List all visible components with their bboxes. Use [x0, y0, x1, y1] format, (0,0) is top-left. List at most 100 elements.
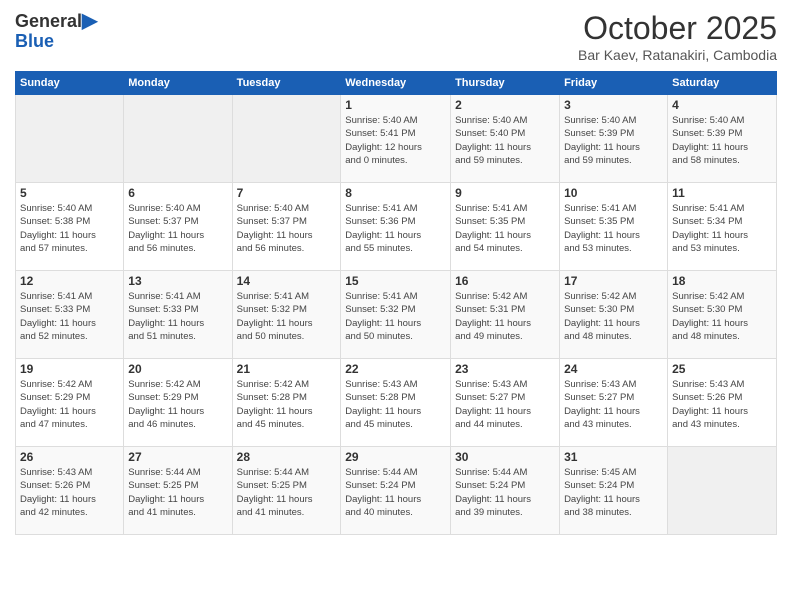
- day-number: 9: [455, 186, 555, 200]
- calendar-cell: 16 Sunrise: 5:42 AM Sunset: 5:31 PM Dayli…: [451, 271, 560, 359]
- logo: General▶ Blue: [15, 10, 97, 52]
- day-number: 27: [128, 450, 227, 464]
- calendar-cell: 6Sunrise: 5:40 AM Sunset: 5:37 PM Daylig…: [124, 183, 232, 271]
- day-info: Sunrise: 5:41 AM Sunset: 5:32 PM Dayligh…: [237, 290, 337, 343]
- day-info: Sunrise: 5:41 AM Sunset: 5:33 PM Dayligh…: [128, 290, 227, 343]
- day-number: 25: [672, 362, 772, 376]
- day-info: Sunrise: 5:44 AM Sunset: 5:24 PM Dayligh…: [455, 466, 555, 519]
- day-info: Sunrise: 5:45 AM Sunset: 5:24 PM Dayligh…: [564, 466, 663, 519]
- day-info: Sunrise: 5:44 AM Sunset: 5:25 PM Dayligh…: [237, 466, 337, 519]
- calendar-cell: 17 Sunrise: 5:42 AM Sunset: 5:30 PM Dayli…: [560, 271, 668, 359]
- day-info: Sunrise: 5:41 AM Sunset: 5:35 PM Dayligh…: [564, 202, 663, 255]
- calendar-cell: 25 Sunrise: 5:43 AM Sunset: 5:26 PM Dayli…: [668, 359, 777, 447]
- calendar-cell: 20 Sunrise: 5:42 AM Sunset: 5:29 PM Dayli…: [124, 359, 232, 447]
- day-info: Sunrise: 5:43 AM Sunset: 5:27 PM Dayligh…: [564, 378, 663, 431]
- calendar-cell: 12Sunrise: 5:41 AM Sunset: 5:33 PM Dayli…: [16, 271, 124, 359]
- weekday-header-wednesday: Wednesday: [341, 72, 451, 95]
- calendar-cell: 18 Sunrise: 5:42 AM Sunset: 5:30 PM Dayli…: [668, 271, 777, 359]
- day-number: 5: [20, 186, 119, 200]
- day-number: 26: [20, 450, 119, 464]
- day-info: Sunrise: 5:42 AM Sunset: 5:30 PM Dayligh…: [564, 290, 663, 343]
- calendar-cell: 26 Sunrise: 5:43 AM Sunset: 5:26 PM Dayli…: [16, 447, 124, 535]
- day-number: 14: [237, 274, 337, 288]
- day-info: Sunrise: 5:41 AM Sunset: 5:36 PM Dayligh…: [345, 202, 446, 255]
- day-info: Sunrise: 5:42 AM Sunset: 5:30 PM Dayligh…: [672, 290, 772, 343]
- day-number: 28: [237, 450, 337, 464]
- day-number: 1: [345, 98, 446, 112]
- day-number: 31: [564, 450, 663, 464]
- day-number: 4: [672, 98, 772, 112]
- day-number: 29: [345, 450, 446, 464]
- calendar-cell: 10 Sunrise: 5:41 AM Sunset: 5:35 PM Dayli…: [560, 183, 668, 271]
- weekday-header-thursday: Thursday: [451, 72, 560, 95]
- weekday-header-saturday: Saturday: [668, 72, 777, 95]
- calendar-cell: [124, 95, 232, 183]
- calendar-cell: 13 Sunrise: 5:41 AM Sunset: 5:33 PM Dayli…: [124, 271, 232, 359]
- weekday-header-row: SundayMondayTuesdayWednesdayThursdayFrid…: [16, 72, 777, 95]
- day-info: Sunrise: 5:42 AM Sunset: 5:31 PM Dayligh…: [455, 290, 555, 343]
- calendar-cell: 31 Sunrise: 5:45 AM Sunset: 5:24 PM Dayli…: [560, 447, 668, 535]
- day-info: Sunrise: 5:44 AM Sunset: 5:25 PM Dayligh…: [128, 466, 227, 519]
- week-row-3: 12 Sunrise: 5:41 AM Sunset: 5:33 PM Dayli…: [16, 271, 777, 359]
- day-number: 15: [345, 274, 446, 288]
- day-info: Sunrise: 5:40 AM Sunset: 5:39 PM Dayligh…: [564, 114, 663, 167]
- day-number: 8: [345, 186, 446, 200]
- weekday-header-friday: Friday: [560, 72, 668, 95]
- week-row-1: 1 Sunrise: 5:40 AM Sunset: 5:41 PM Daylig…: [16, 95, 777, 183]
- calendar-cell: 4 Sunrise: 5:40 AM Sunset: 5:39 PM Daylig…: [668, 95, 777, 183]
- day-number: 16: [455, 274, 555, 288]
- calendar-cell: 3 Sunrise: 5:40 AM Sunset: 5:39 PM Daylig…: [560, 95, 668, 183]
- calendar-cell: 2Sunrise: 5:40 AM Sunset: 5:40 PM Daylig…: [451, 95, 560, 183]
- calendar-cell: [668, 447, 777, 535]
- day-info: Sunrise: 5:40 AM Sunset: 5:41 PM Dayligh…: [345, 114, 446, 167]
- calendar-cell: 7 Sunrise: 5:40 AM Sunset: 5:37 PM Daylig…: [232, 183, 341, 271]
- day-info: Sunrise: 5:43 AM Sunset: 5:26 PM Dayligh…: [20, 466, 119, 519]
- calendar-cell: 27 Sunrise: 5:44 AM Sunset: 5:25 PM Dayli…: [124, 447, 232, 535]
- day-info: Sunrise: 5:44 AM Sunset: 5:24 PM Dayligh…: [345, 466, 446, 519]
- day-info: Sunrise: 5:40 AM Sunset: 5:38 PM Dayligh…: [20, 202, 119, 255]
- calendar-cell: [232, 95, 341, 183]
- week-row-5: 26 Sunrise: 5:43 AM Sunset: 5:26 PM Dayli…: [16, 447, 777, 535]
- day-number: 18: [672, 274, 772, 288]
- day-info: Sunrise: 5:41 AM Sunset: 5:35 PM Dayligh…: [455, 202, 555, 255]
- calendar-cell: 9 Sunrise: 5:41 AM Sunset: 5:35 PM Daylig…: [451, 183, 560, 271]
- day-info: Sunrise: 5:40 AM Sunset: 5:37 PM Dayligh…: [128, 202, 227, 255]
- calendar-cell: [16, 95, 124, 183]
- day-number: 23: [455, 362, 555, 376]
- day-info: Sunrise: 5:43 AM Sunset: 5:26 PM Dayligh…: [672, 378, 772, 431]
- calendar-cell: 30Sunrise: 5:44 AM Sunset: 5:24 PM Dayli…: [451, 447, 560, 535]
- weekday-header-tuesday: Tuesday: [232, 72, 341, 95]
- day-number: 11: [672, 186, 772, 200]
- calendar-cell: 24Sunrise: 5:43 AM Sunset: 5:27 PM Dayli…: [560, 359, 668, 447]
- calendar-cell: 8 Sunrise: 5:41 AM Sunset: 5:36 PM Daylig…: [341, 183, 451, 271]
- day-number: 2: [455, 98, 555, 112]
- day-info: Sunrise: 5:40 AM Sunset: 5:37 PM Dayligh…: [237, 202, 337, 255]
- day-number: 13: [128, 274, 227, 288]
- location-subtitle: Bar Kaev, Ratanakiri, Cambodia: [578, 47, 777, 63]
- calendar-cell: 22Sunrise: 5:43 AM Sunset: 5:28 PM Dayli…: [341, 359, 451, 447]
- calendar-cell: 29 Sunrise: 5:44 AM Sunset: 5:24 PM Dayli…: [341, 447, 451, 535]
- day-info: Sunrise: 5:40 AM Sunset: 5:39 PM Dayligh…: [672, 114, 772, 167]
- day-number: 7: [237, 186, 337, 200]
- day-number: 10: [564, 186, 663, 200]
- page: General▶ Blue October 2025 Bar Kaev, Rat…: [0, 0, 792, 545]
- day-info: Sunrise: 5:43 AM Sunset: 5:27 PM Dayligh…: [455, 378, 555, 431]
- day-info: Sunrise: 5:42 AM Sunset: 5:29 PM Dayligh…: [128, 378, 227, 431]
- calendar-cell: 28 Sunrise: 5:44 AM Sunset: 5:25 PM Dayli…: [232, 447, 341, 535]
- day-number: 17: [564, 274, 663, 288]
- weekday-header-monday: Monday: [124, 72, 232, 95]
- day-info: Sunrise: 5:41 AM Sunset: 5:32 PM Dayligh…: [345, 290, 446, 343]
- day-info: Sunrise: 5:42 AM Sunset: 5:28 PM Dayligh…: [237, 378, 337, 431]
- day-number: 20: [128, 362, 227, 376]
- day-number: 12: [20, 274, 119, 288]
- calendar-cell: 23 Sunrise: 5:43 AM Sunset: 5:27 PM Dayli…: [451, 359, 560, 447]
- calendar-table: SundayMondayTuesdayWednesdayThursdayFrid…: [15, 71, 777, 535]
- calendar-cell: 15 Sunrise: 5:41 AM Sunset: 5:32 PM Dayli…: [341, 271, 451, 359]
- day-number: 21: [237, 362, 337, 376]
- week-row-4: 19Sunrise: 5:42 AM Sunset: 5:29 PM Dayli…: [16, 359, 777, 447]
- day-number: 3: [564, 98, 663, 112]
- logo-general: General: [15, 11, 82, 31]
- day-info: Sunrise: 5:41 AM Sunset: 5:34 PM Dayligh…: [672, 202, 772, 255]
- calendar-cell: 11 Sunrise: 5:41 AM Sunset: 5:34 PM Dayli…: [668, 183, 777, 271]
- header: General▶ Blue October 2025 Bar Kaev, Rat…: [15, 10, 777, 63]
